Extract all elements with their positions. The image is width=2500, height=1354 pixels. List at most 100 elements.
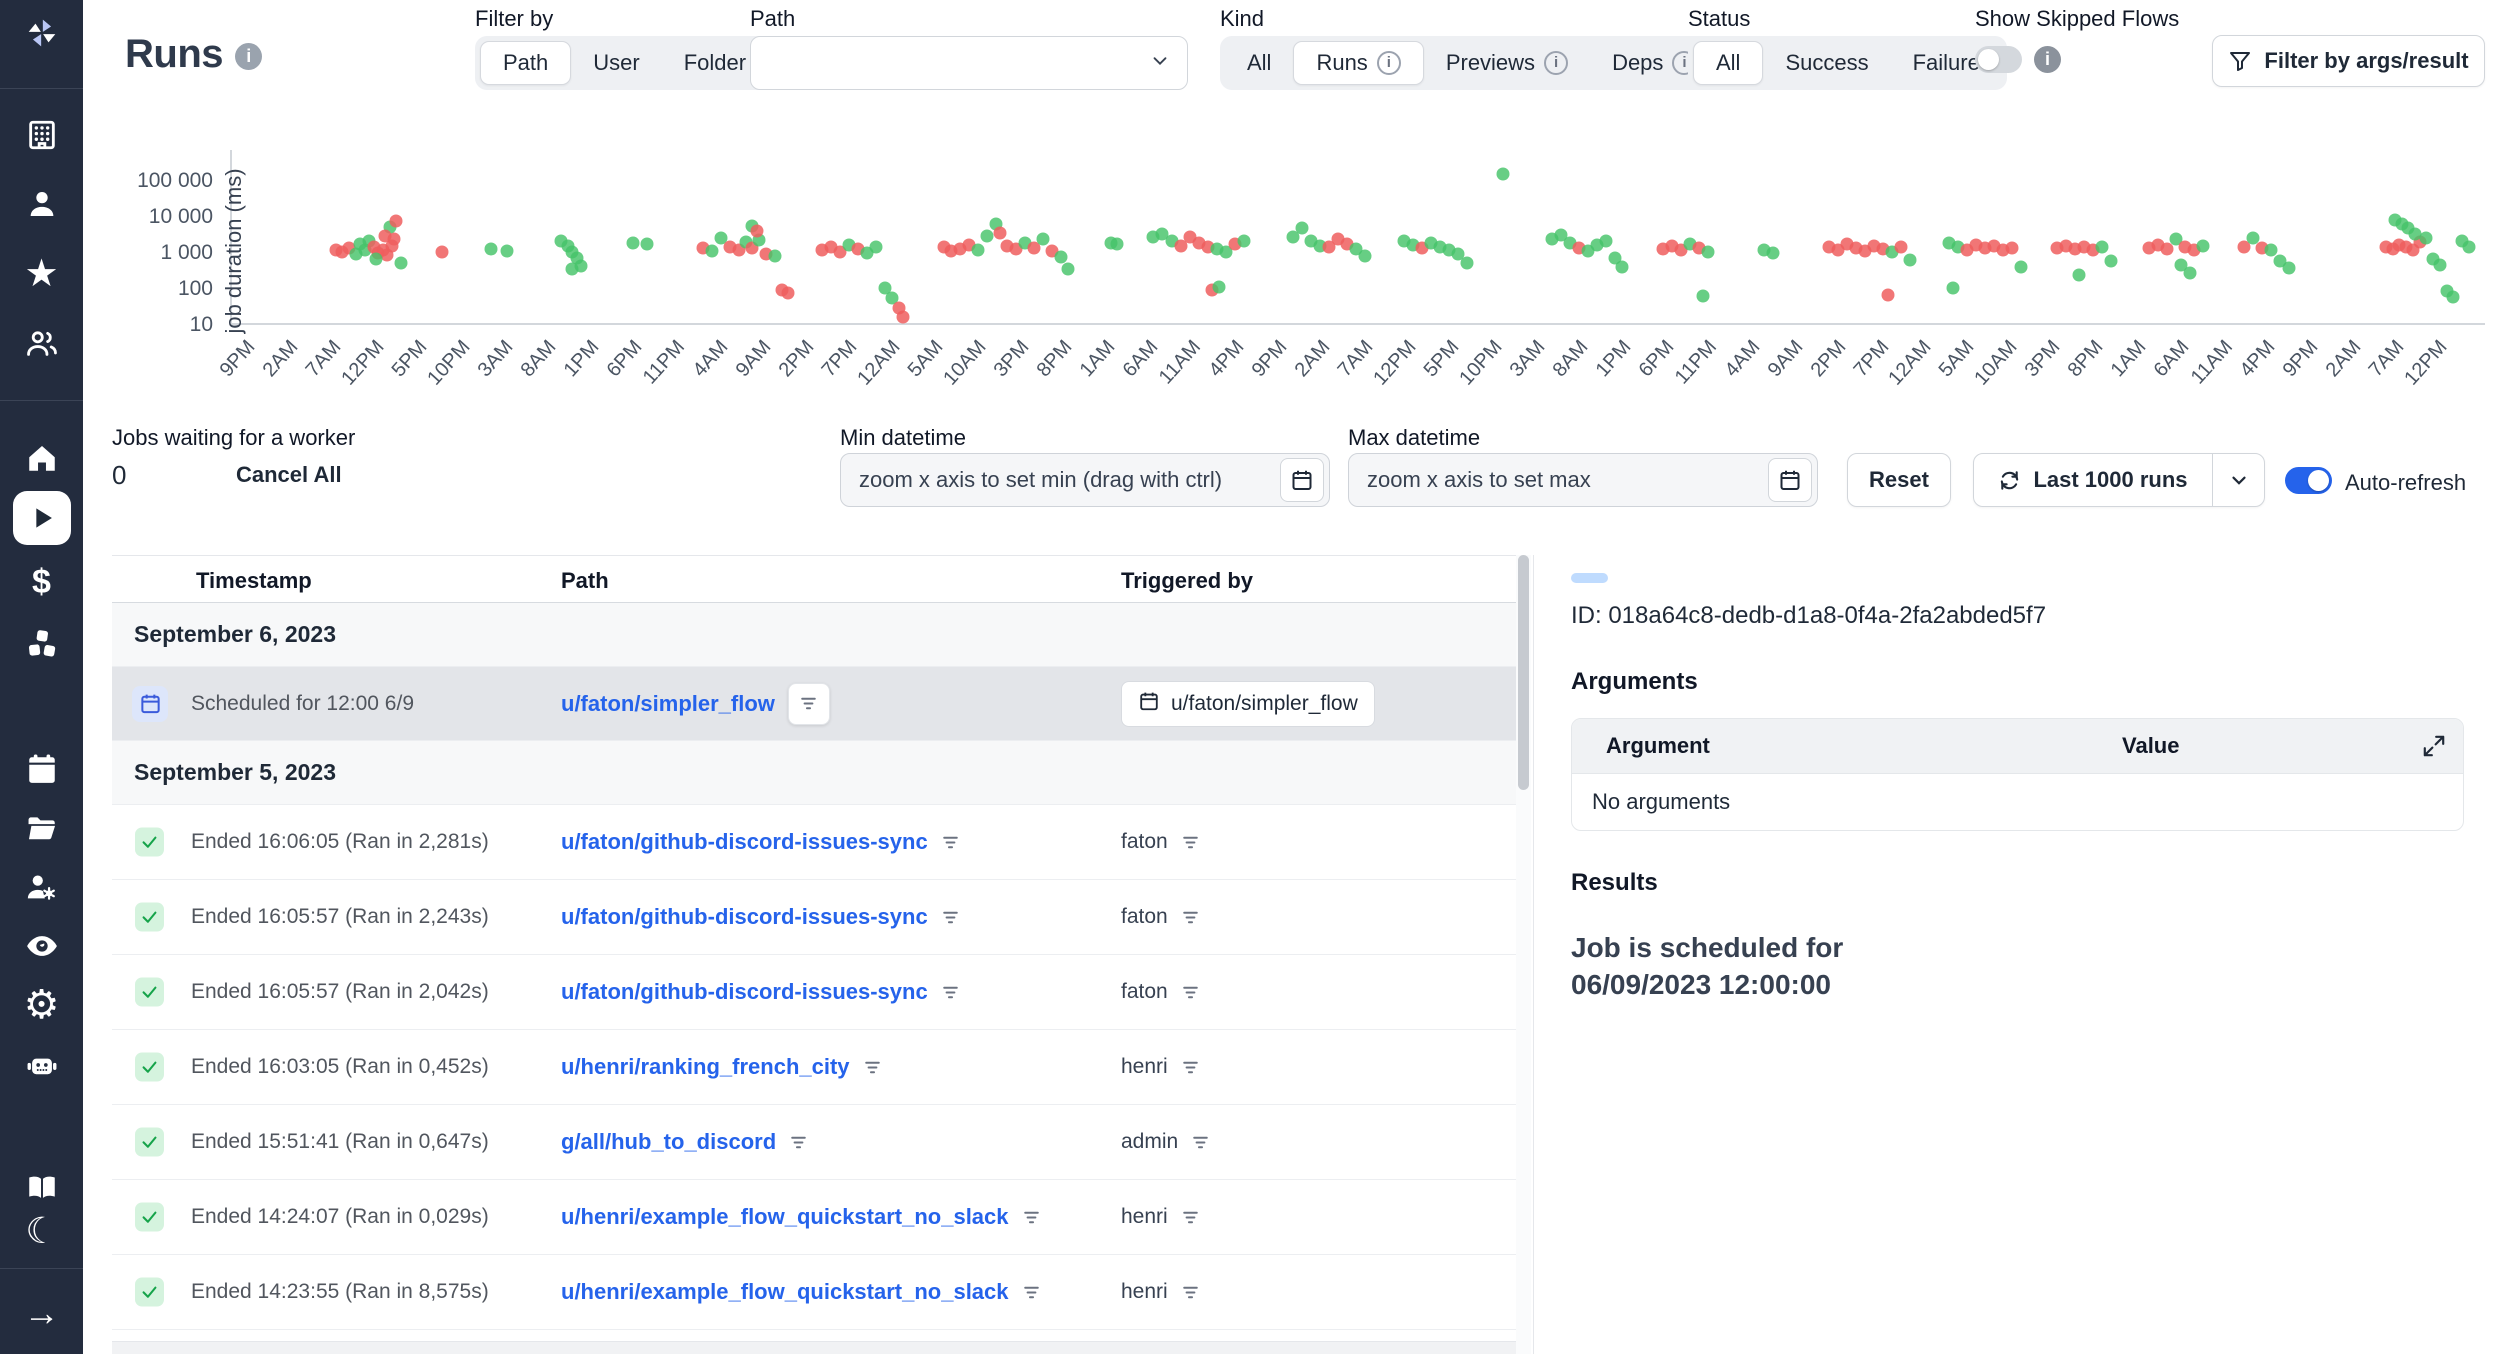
success-run-dot — [370, 253, 383, 266]
cancel-all-button[interactable]: Cancel All — [236, 462, 342, 488]
scheduled-run-row[interactable]: Scheduled for 12:00 6/9u/faton/simpler_f… — [112, 667, 1516, 741]
success-run-dot — [566, 262, 579, 275]
arguments-heading: Arguments — [1571, 668, 2464, 696]
filter-by-user-icon[interactable] — [1181, 983, 1200, 1002]
failure-run-dot — [1881, 288, 1894, 301]
max-datetime-input[interactable]: zoom x axis to set max — [1348, 453, 1818, 507]
next-group-strip — [112, 1341, 1516, 1354]
collapse-arrow-icon[interactable] — [20, 1291, 64, 1335]
settings-gear-icon[interactable] — [20, 983, 64, 1027]
filter-by-path-icon[interactable] — [789, 1133, 808, 1152]
refresh-icon — [1998, 469, 2021, 492]
filter-by-path-icon[interactable] — [941, 833, 960, 852]
resources-cubes-icon[interactable] — [20, 622, 64, 666]
run-path-link[interactable]: u/henri/ranking_french_city — [561, 1054, 850, 1080]
reset-button[interactable]: Reset — [1847, 453, 1951, 507]
failure-run-dot — [2005, 241, 2018, 254]
workspace-building-icon[interactable] — [20, 113, 64, 157]
ai-robot-icon[interactable] — [20, 1043, 64, 1087]
path-select[interactable] — [750, 36, 1188, 90]
scrollbar-thumb[interactable] — [1518, 555, 1529, 790]
run-row[interactable]: Ended 16:05:57 (Ran in 2,243s)u/faton/gi… — [112, 880, 1516, 955]
success-run-dot — [2197, 240, 2210, 253]
windmill-logo-icon[interactable] — [20, 11, 64, 55]
filter-by-user-icon[interactable] — [1181, 908, 1200, 927]
home-icon[interactable] — [20, 436, 64, 480]
last-runs-dropdown[interactable] — [2212, 454, 2264, 506]
run-timestamp: Ended 16:05:57 (Ran in 2,042s) — [191, 980, 489, 1004]
table-scrollbar[interactable] — [1516, 555, 1531, 1354]
filter-by-path-icon[interactable] — [941, 983, 960, 1002]
runs-info-icon[interactable] — [235, 43, 262, 70]
workers-user-gear-icon[interactable] — [20, 865, 64, 909]
run-path-link[interactable]: u/henri/example_flow_quickstart_no_slack — [561, 1279, 1009, 1305]
run-path-link[interactable]: u/faton/github-discord-issues-sync — [561, 904, 928, 930]
filter-by-label: Filter by — [475, 6, 553, 32]
filter-by-user-icon[interactable] — [1181, 833, 1200, 852]
docs-book-icon[interactable] — [20, 1165, 64, 1209]
failure-run-dot — [1895, 241, 1908, 254]
main-content: Runs Filter by Path User Folder Path Kin… — [83, 0, 2500, 1354]
kind-all[interactable]: All — [1225, 41, 1293, 85]
run-row[interactable]: Ended 14:23:55 (Ran in 8,575s)u/henri/ex… — [112, 1255, 1516, 1330]
max-datetime-calendar-icon[interactable] — [1768, 458, 1812, 502]
status-success[interactable]: Success — [1763, 41, 1890, 85]
status-label: Status — [1688, 6, 1750, 32]
filter-by-path[interactable]: Path — [480, 41, 571, 85]
filter-args-result-button[interactable]: Filter by args/result — [2212, 35, 2485, 87]
run-triggered-by: henri — [1121, 1205, 1200, 1229]
success-check-icon — [135, 1278, 164, 1307]
filter-by-path-icon[interactable] — [863, 1058, 882, 1077]
run-path-link[interactable]: u/faton/github-discord-issues-sync — [561, 979, 928, 1005]
y-tick: 100 000 — [137, 169, 213, 193]
success-run-dot — [2183, 266, 2196, 279]
filter-by-path-icon[interactable] — [941, 908, 960, 927]
run-path-link[interactable]: g/all/hub_to_discord — [561, 1129, 776, 1155]
audit-eye-icon[interactable] — [20, 924, 64, 968]
show-skipped-toggle[interactable] — [1975, 46, 2022, 73]
failure-run-dot — [435, 245, 448, 258]
favorites-star-icon[interactable] — [20, 252, 64, 296]
run-row[interactable]: Ended 14:24:07 (Ran in 0,029s)u/henri/ex… — [112, 1180, 1516, 1255]
run-row[interactable]: Ended 16:05:57 (Ran in 2,042s) u/faton/gi… — [112, 955, 1516, 1030]
filter-by-user-icon[interactable] — [1191, 1133, 1210, 1152]
runs-play-icon-selected[interactable] — [13, 491, 71, 545]
job-duration-chart[interactable]: job duration (ms) 100 00010 0001 0001001… — [230, 150, 2485, 325]
min-datetime-input[interactable]: zoom x axis to set min (drag with ctrl) — [840, 453, 1330, 507]
folders-folder-icon[interactable] — [20, 806, 64, 850]
filter-by-user[interactable]: User — [571, 41, 661, 85]
usage-dollar-icon[interactable] — [20, 560, 64, 604]
success-run-dot — [500, 244, 513, 257]
last-runs-button[interactable]: Last 1000 runs — [1974, 454, 2212, 506]
user-icon[interactable] — [20, 182, 64, 226]
run-path-link[interactable]: u/faton/simpler_flow — [561, 691, 775, 717]
success-run-dot — [1212, 280, 1225, 293]
min-datetime-calendar-icon[interactable] — [1280, 458, 1324, 502]
status-all[interactable]: All — [1693, 41, 1763, 85]
filter-by-user-icon[interactable] — [1181, 1283, 1200, 1302]
run-row[interactable]: Ended 15:51:41 (Ran in 0,647s)g/all/hub_… — [112, 1105, 1516, 1180]
filter-by-user-icon[interactable] — [1181, 1208, 1200, 1227]
filter-by-path-icon[interactable] — [1022, 1283, 1041, 1302]
run-path-link[interactable]: u/faton/github-discord-issues-sync — [561, 829, 928, 855]
filter-by-path-icon[interactable] — [1022, 1208, 1041, 1227]
run-triggered-by: faton — [1121, 830, 1200, 854]
kind-runs[interactable]: Runs — [1293, 41, 1423, 85]
runs-kind-info-icon[interactable] — [1377, 51, 1401, 75]
user-groups-icon[interactable] — [20, 321, 64, 365]
previews-info-icon[interactable] — [1544, 51, 1568, 75]
auto-refresh-toggle[interactable] — [2285, 467, 2332, 494]
kind-label: Kind — [1220, 6, 1264, 32]
dark-mode-moon-icon[interactable] — [20, 1209, 64, 1253]
result-text: Job is scheduled for 06/09/2023 12:00:00 — [1571, 929, 1991, 1003]
filter-by-path-chip[interactable] — [788, 683, 830, 725]
run-path-link[interactable]: u/henri/example_flow_quickstart_no_slack — [561, 1204, 1009, 1230]
kind-previews[interactable]: Previews — [1424, 41, 1590, 85]
schedules-calendar-icon[interactable] — [20, 747, 64, 791]
run-row[interactable]: Ended 16:03:05 (Ran in 0,452s)u/henri/ra… — [112, 1030, 1516, 1105]
filter-by-user-icon[interactable] — [1181, 1058, 1200, 1077]
show-skipped-info-icon[interactable] — [2034, 46, 2061, 73]
run-row[interactable]: Ended 16:06:05 (Ran in 2,281s)u/faton/gi… — [112, 805, 1516, 880]
expand-icon[interactable] — [2421, 733, 2447, 759]
jobs-waiting-count: 0 — [112, 460, 126, 491]
